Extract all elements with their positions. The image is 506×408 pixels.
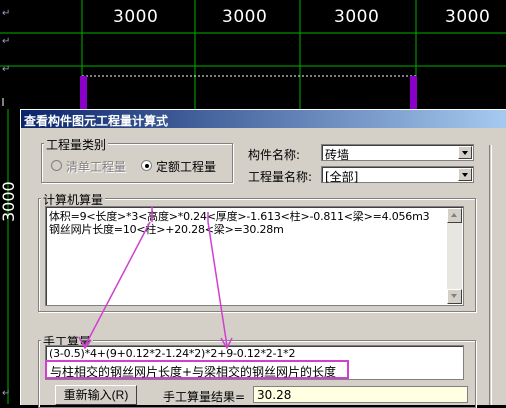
manual-result-field[interactable]: 30.28 — [253, 386, 468, 403]
quantity-name-value: [全部] — [325, 170, 359, 184]
side-panel-divider — [489, 145, 490, 405]
return-mark: ↵ — [2, 64, 11, 75]
scroll-down-button[interactable] — [447, 289, 462, 304]
dimension-label: 3000 — [113, 7, 159, 27]
reenter-button[interactable]: 重新输入(R) — [55, 385, 137, 405]
return-mark: ↵ — [2, 388, 11, 399]
computer-calc-line: 钢丝网片长度=10<柱>+20.28<梁>=30.28m — [49, 223, 284, 236]
return-mark: ↵ — [2, 8, 11, 19]
radio-quota-quantity[interactable] — [141, 160, 152, 171]
component-name-select[interactable]: 砖墙 — [321, 144, 474, 162]
side-panel — [491, 145, 506, 405]
dialog-titlebar[interactable]: 查看构件图元工程量计算式 — [21, 110, 506, 128]
annotation-highlight-box: 与柱相交的钢丝网片长度+与梁相交的钢丝网片的长度 — [45, 360, 349, 379]
computer-calc-textarea[interactable]: 体积=9<长度>*3<高度>*0.24<厚度>-1.613<柱>-0.811<梁… — [45, 206, 464, 306]
quantity-name-select[interactable]: [全部] — [321, 166, 474, 184]
component-name-label: 构件名称: — [248, 148, 301, 162]
chevron-down-icon[interactable] — [458, 168, 472, 181]
radio-bill-quantity[interactable] — [51, 160, 62, 171]
manual-calc-formula: (3-0.5)*4+(9+0.12*2-1.24*2)*2+9-0.12*2-1… — [49, 347, 296, 360]
manual-calc-annotation: 与柱相交的钢丝网片长度+与梁相交的钢丝网片的长度 — [50, 365, 337, 379]
quantity-category-label: 工程量类别 — [44, 136, 109, 153]
dialog-title: 查看构件图元工程量计算式 — [24, 114, 169, 128]
radio-quota-quantity-label: 定额工程量 — [156, 160, 217, 174]
manual-result-value: 30.28 — [257, 388, 292, 402]
return-mark: ↵ — [2, 36, 11, 47]
dimension-label: 3000 — [222, 7, 268, 27]
scroll-up-button[interactable] — [447, 208, 462, 223]
quantity-formula-dialog: 查看构件图元工程量计算式 工程量类别 清单工程量 定额工程量 构件名称: 砖墙 … — [20, 109, 506, 408]
component-name-value: 砖墙 — [325, 148, 350, 162]
dimension-label: 3000 — [334, 7, 380, 27]
quantity-name-label: 工程量名称: — [248, 170, 313, 184]
radio-bill-quantity-label: 清单工程量 — [66, 160, 127, 174]
manual-result-label: 手工算量结果= — [163, 390, 246, 404]
dimension-label: 3000 — [445, 7, 491, 27]
vertical-dimension-label: 3000 — [0, 181, 18, 222]
vertical-scrollbar[interactable] — [447, 208, 462, 304]
chevron-down-icon[interactable] — [458, 146, 472, 159]
